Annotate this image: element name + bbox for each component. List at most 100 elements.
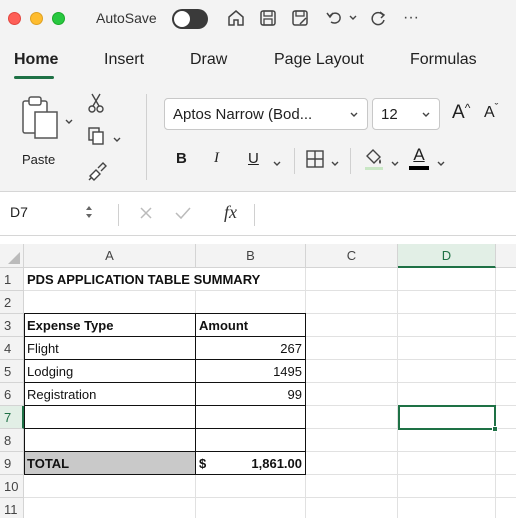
cell-a5[interactable]: Lodging	[24, 360, 196, 383]
close-window-button[interactable]	[8, 12, 21, 25]
row-header-10[interactable]: 10	[0, 475, 24, 498]
row-header-9[interactable]: 9	[0, 452, 24, 475]
cell-d3[interactable]	[398, 314, 496, 337]
cell-e3[interactable]	[496, 314, 516, 337]
cell-a7[interactable]	[24, 406, 196, 429]
cell-c2[interactable]	[306, 291, 398, 314]
cell-d8[interactable]	[398, 429, 496, 452]
cell-a2[interactable]	[24, 291, 196, 314]
decrease-font-size-button[interactable]: Aˇ	[484, 102, 498, 122]
font-name-select[interactable]: Aptos Narrow (Bod...	[164, 98, 368, 130]
cell-c6[interactable]	[306, 383, 398, 406]
insert-function-button[interactable]: fx	[224, 202, 237, 223]
cell-b2[interactable]	[196, 291, 306, 314]
column-header-e[interactable]	[496, 244, 516, 268]
cell-e8[interactable]	[496, 429, 516, 452]
cell-e6[interactable]	[496, 383, 516, 406]
undo-dropdown-chevron-icon[interactable]	[346, 6, 360, 30]
selected-cell-d7[interactable]	[398, 405, 496, 430]
increase-font-size-button[interactable]: A ^	[452, 101, 470, 124]
borders-icon[interactable]	[304, 148, 326, 175]
fill-handle[interactable]	[492, 426, 498, 432]
more-options-icon[interactable]: ···	[396, 6, 426, 30]
fill-color-chevron-icon[interactable]	[390, 156, 400, 174]
cell-e7[interactable]	[496, 406, 516, 429]
cell-e1[interactable]	[496, 268, 516, 291]
cell-e11[interactable]	[496, 498, 516, 518]
cell-d5[interactable]	[398, 360, 496, 383]
cell-c10[interactable]	[306, 475, 398, 498]
cell-b8[interactable]	[196, 429, 306, 452]
column-header-d[interactable]: D	[398, 244, 496, 268]
cell-b9[interactable]: $ 1,861.00	[196, 452, 306, 475]
row-header-1[interactable]: 1	[0, 268, 24, 291]
row-header-4[interactable]: 4	[0, 337, 24, 360]
cell-c9[interactable]	[306, 452, 398, 475]
cell-b7[interactable]	[196, 406, 306, 429]
save-as-icon[interactable]	[288, 6, 312, 30]
cell-b6[interactable]: 99	[196, 383, 306, 406]
cell-c5[interactable]	[306, 360, 398, 383]
cell-e2[interactable]	[496, 291, 516, 314]
cancel-entry-icon[interactable]	[138, 205, 154, 226]
name-box-stepper-icon[interactable]	[84, 202, 94, 227]
home-icon[interactable]	[224, 6, 248, 30]
tab-formulas[interactable]: Formulas	[410, 51, 477, 69]
tab-home[interactable]: Home	[14, 51, 58, 69]
cell-d10[interactable]	[398, 475, 496, 498]
cell-a3[interactable]: Expense Type	[24, 314, 196, 337]
column-header-a[interactable]: A	[24, 244, 196, 268]
row-header-11[interactable]: 11	[0, 498, 24, 518]
cell-e9[interactable]	[496, 452, 516, 475]
cell-c3[interactable]	[306, 314, 398, 337]
format-painter-icon[interactable]	[86, 160, 108, 187]
borders-chevron-icon[interactable]	[330, 156, 340, 174]
copy-icon[interactable]	[86, 126, 106, 151]
undo-icon[interactable]	[322, 6, 346, 30]
cell-c1[interactable]	[306, 268, 398, 291]
cell-d2[interactable]	[398, 291, 496, 314]
column-header-b[interactable]: B	[196, 244, 306, 268]
redo-icon[interactable]	[366, 6, 390, 30]
formula-input[interactable]	[262, 204, 512, 226]
cell-a1[interactable]: PDS APPLICATION TABLE SUMMARY	[24, 268, 260, 291]
font-size-select[interactable]: 12	[372, 98, 440, 130]
cell-d4[interactable]	[398, 337, 496, 360]
cell-b5[interactable]: 1495	[196, 360, 306, 383]
name-box[interactable]: D7	[10, 204, 28, 220]
underline-button[interactable]: U	[248, 150, 259, 167]
cell-a4[interactable]: Flight	[24, 337, 196, 360]
cell-a6[interactable]: Registration	[24, 383, 196, 406]
font-color-button[interactable]: A	[408, 146, 430, 170]
cell-a8[interactable]	[24, 429, 196, 452]
cell-c8[interactable]	[306, 429, 398, 452]
underline-options-chevron-icon[interactable]	[272, 156, 282, 174]
save-icon[interactable]	[256, 6, 280, 30]
cell-b11[interactable]	[196, 498, 306, 518]
cell-c11[interactable]	[306, 498, 398, 518]
cell-e4[interactable]	[496, 337, 516, 360]
row-header-5[interactable]: 5	[0, 360, 24, 383]
cell-d9[interactable]	[398, 452, 496, 475]
tab-page-layout[interactable]: Page Layout	[274, 51, 364, 69]
cell-c4[interactable]	[306, 337, 398, 360]
confirm-entry-icon[interactable]	[174, 205, 192, 226]
cell-b1[interactable]	[196, 268, 306, 291]
italic-button[interactable]: I	[214, 150, 219, 167]
column-header-c[interactable]: C	[306, 244, 398, 268]
cell-a11[interactable]	[24, 498, 196, 518]
paste-button[interactable]	[20, 94, 60, 140]
minimize-window-button[interactable]	[30, 12, 43, 25]
copy-options-chevron-icon[interactable]	[112, 132, 122, 150]
cell-d11[interactable]	[398, 498, 496, 518]
cell-a10[interactable]	[24, 475, 196, 498]
cut-icon[interactable]	[86, 92, 106, 119]
bold-button[interactable]: B	[176, 150, 187, 167]
tab-insert[interactable]: Insert	[104, 51, 144, 69]
paste-options-chevron-icon[interactable]	[64, 114, 74, 132]
select-all-corner[interactable]	[0, 244, 24, 268]
row-header-2[interactable]: 2	[0, 291, 24, 314]
cell-e10[interactable]	[496, 475, 516, 498]
cell-b10[interactable]	[196, 475, 306, 498]
row-header-8[interactable]: 8	[0, 429, 24, 452]
